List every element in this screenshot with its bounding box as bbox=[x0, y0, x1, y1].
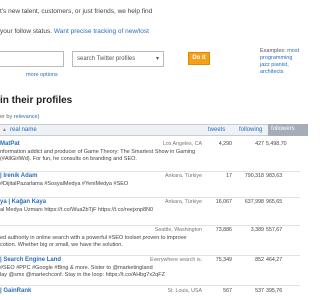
table-row: | GainRank St. Louis, USA 567 537 395,76 bbox=[0, 287, 300, 300]
table-row: | Irenik Adam Ankara, Türkiye 17 790,318… bbox=[0, 172, 300, 198]
examples-box: Examples: most programming jazz pianist,… bbox=[260, 48, 310, 76]
intro-line-2-prefix: your follow status. bbox=[0, 28, 53, 35]
followers-count: 5,498,70 bbox=[266, 141, 287, 147]
following-count: 790,318 bbox=[244, 173, 264, 179]
sort-note-prefix: er by bbox=[0, 114, 13, 120]
example-link[interactable]: most bbox=[287, 48, 299, 54]
table-row: Seattle, Washington 73,886 3,389 557,67 … bbox=[0, 226, 300, 256]
keyword-input[interactable] bbox=[0, 51, 64, 67]
tweets-count: 73,886 bbox=[215, 227, 232, 233]
intro-line-2: your follow status. Want precise trackin… bbox=[0, 28, 149, 35]
profile-bio: nformation addict and producer of Game T… bbox=[0, 149, 196, 162]
examples-label: Examples: bbox=[260, 48, 286, 54]
followers-count: 464,27 bbox=[266, 257, 283, 263]
do-it-button[interactable]: Do it bbox=[188, 52, 210, 65]
example-link[interactable]: programming bbox=[260, 55, 292, 61]
profile-bio: #SEO #PPC #Google #Bing & more. Sister t… bbox=[0, 265, 165, 278]
location: Everywhere search is. bbox=[150, 257, 203, 263]
column-tweets[interactable]: tweets bbox=[208, 127, 225, 133]
chevron-down-icon: ▾ bbox=[155, 56, 159, 62]
sort-arrow-icon: ▲ bbox=[2, 127, 7, 133]
following-count: 852 bbox=[255, 257, 264, 263]
precise-tracking-link[interactable]: Want precise tracking of new/lost bbox=[54, 28, 149, 35]
tweets-count: 17 bbox=[226, 173, 232, 179]
sort-relevance-link[interactable]: relevance bbox=[14, 114, 38, 120]
profile-bio: #DijitalPazarlama #SosyalMedya #YeniMedy… bbox=[0, 181, 129, 187]
location: Ankara, Türkiye bbox=[165, 199, 202, 205]
profile-name-link[interactable]: MatPat bbox=[0, 141, 20, 147]
intro-line-1: t's new talent, customers, or just frien… bbox=[0, 8, 153, 15]
more-options-link[interactable]: more options bbox=[26, 72, 58, 78]
table-header: ▲ real name tweets following followers bbox=[0, 124, 308, 136]
followers-count: 557,67 bbox=[266, 227, 283, 233]
tweets-count: 567 bbox=[223, 288, 232, 294]
example-link[interactable]: architects bbox=[260, 69, 284, 75]
column-followers[interactable]: followers bbox=[268, 124, 308, 136]
tweets-count: 4,290 bbox=[218, 141, 232, 147]
profile-name-link[interactable]: | GainRank bbox=[0, 288, 31, 294]
followers-count: 395,76 bbox=[266, 288, 283, 294]
location: Seattle, Washington bbox=[154, 227, 202, 233]
location: Ankara, Türkiye bbox=[165, 173, 202, 179]
profile-name-link[interactable]: | Irenik Adam bbox=[0, 173, 37, 179]
search-type-value: search Twitter profiles bbox=[77, 56, 136, 62]
column-real-name[interactable]: real name bbox=[10, 127, 37, 133]
table-row: | Search Engine Land Everywhere search i… bbox=[0, 256, 300, 286]
search-type-select[interactable]: search Twitter profiles ▾ bbox=[72, 51, 164, 67]
results-heading: in their profiles bbox=[0, 95, 73, 106]
following-count: 427 bbox=[255, 141, 264, 147]
following-count: 3,389 bbox=[250, 227, 264, 233]
profile-name-link[interactable]: ya | Kağan Kaya bbox=[0, 199, 46, 205]
sort-note: er by relevance) bbox=[0, 114, 40, 120]
location: Los Angeles, CA bbox=[162, 141, 202, 147]
tweets-count: 75,349 bbox=[215, 257, 232, 263]
column-following[interactable]: following bbox=[239, 127, 262, 133]
tweets-count: 16,067 bbox=[215, 199, 232, 205]
following-count: 637,998 bbox=[244, 199, 264, 205]
following-count: 537 bbox=[255, 288, 264, 294]
profile-name-link[interactable]: | Search Engine Land bbox=[0, 257, 61, 263]
location: St. Louis, USA bbox=[167, 288, 202, 294]
example-link[interactable]: jazz pianist, bbox=[260, 62, 289, 68]
followers-count: 965,65 bbox=[266, 199, 283, 205]
profile-bio: al Medya Uzmanı https://t.co/Wua2bTjF ht… bbox=[0, 207, 154, 213]
table-row: ya | Kağan Kaya Ankara, Türkiye 16,067 6… bbox=[0, 198, 300, 226]
table-row: MatPat Los Angeles, CA 4,290 427 5,498,7… bbox=[0, 140, 300, 172]
followers-count: 983,63 bbox=[266, 173, 283, 179]
profile-bio: ed authority in online search with a pow… bbox=[0, 235, 187, 248]
